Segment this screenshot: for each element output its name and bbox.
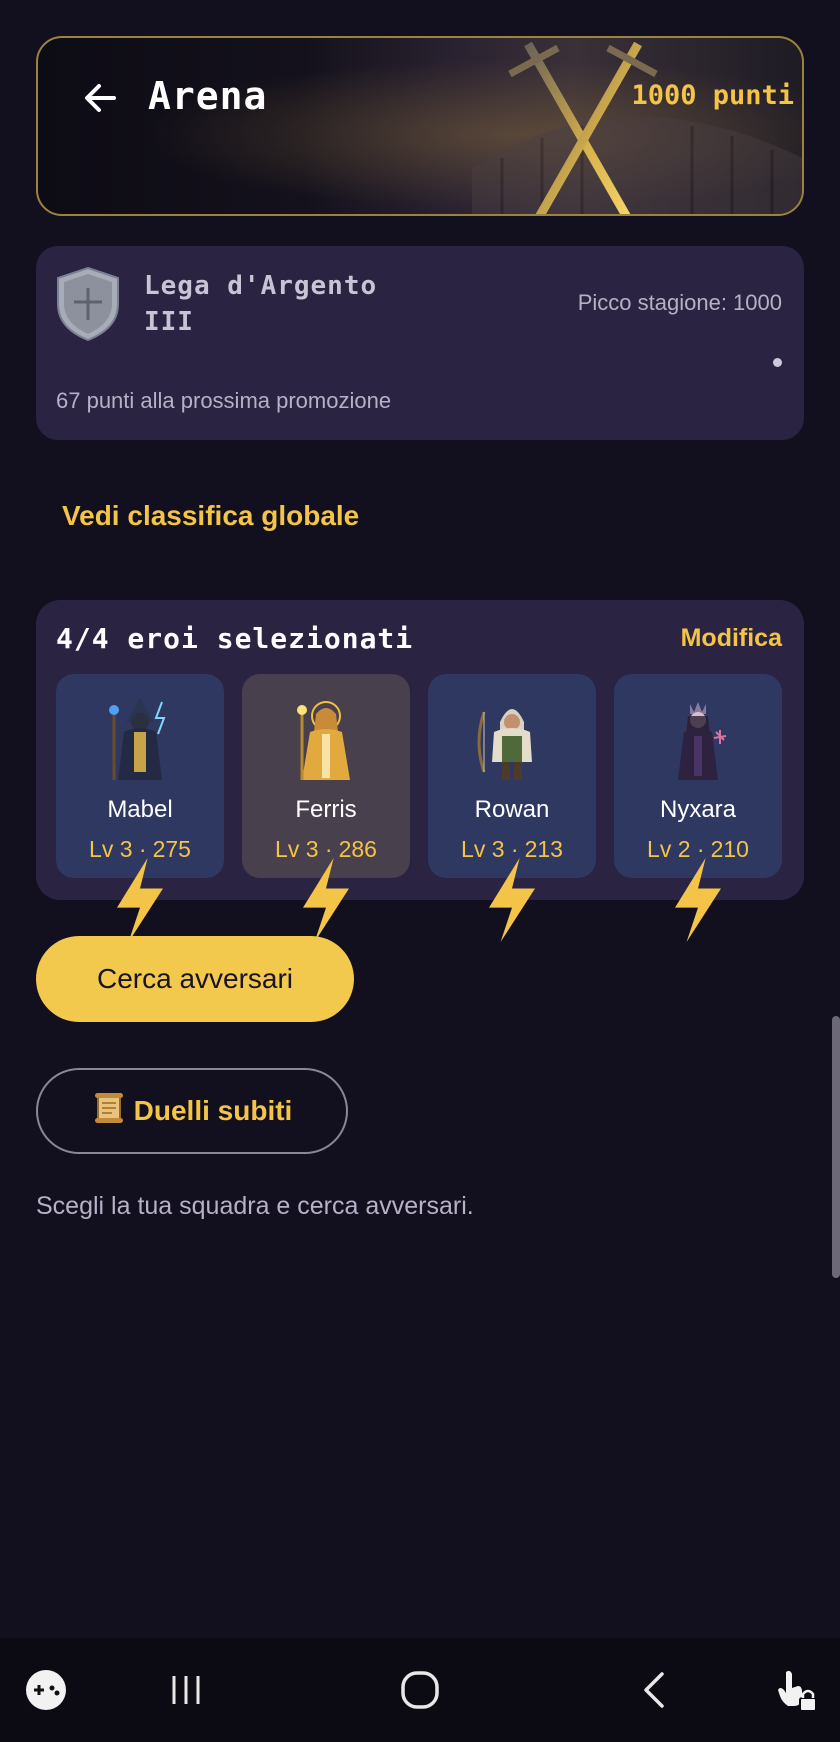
- lightning-icon: [303, 857, 349, 943]
- modify-team-button[interactable]: Modifica: [681, 624, 782, 653]
- season-peak: Picco stagione: 1000: [577, 290, 782, 315]
- duels-received-button[interactable]: Duelli subiti: [36, 1068, 348, 1154]
- progress-dot: [773, 358, 782, 367]
- mage-portrait-icon: [109, 698, 166, 780]
- home-icon: [401, 1671, 439, 1709]
- league-name-line2: III: [144, 307, 194, 337]
- scrollbar[interactable]: [832, 1016, 840, 1278]
- hero-stats: Lv 3 · 286: [242, 836, 410, 943]
- silver-shield-icon: [57, 266, 119, 342]
- back-nav-button[interactable]: [626, 1660, 686, 1720]
- hero-card-nyxara[interactable]: Nyxara Lv 2 · 210: [614, 674, 782, 943]
- home-button[interactable]: [390, 1660, 450, 1720]
- league-card: Lega d'Argento III Picco stagione: 1000 …: [36, 246, 804, 440]
- touch-lock-button[interactable]: [766, 1660, 826, 1720]
- cleric-portrait-icon: [297, 701, 350, 780]
- page-title: Arena: [148, 74, 268, 118]
- league-name-line1: Lega d'Argento: [144, 271, 378, 301]
- hero-name: Nyxara: [659, 796, 737, 823]
- promotion-text: 67 punti alla prossima promozione: [56, 388, 392, 413]
- crossed-swords-icon: [508, 41, 658, 214]
- back-button[interactable]: [74, 72, 126, 124]
- arrow-left-icon: [85, 84, 116, 112]
- hero-name: Rowan: [474, 796, 550, 823]
- hero-name: Mabel: [107, 796, 173, 823]
- sorceress-portrait-icon: [678, 702, 727, 780]
- hero-name: Ferris: [295, 796, 357, 823]
- lightning-icon: [489, 857, 535, 943]
- lightning-icon: [675, 857, 721, 943]
- hero-stats: Lv 2 · 210: [614, 836, 782, 943]
- hero-card-ferris[interactable]: Ferris Lv 3 · 286: [242, 674, 410, 943]
- hero-card-mabel[interactable]: Mabel Lv 3 · 275: [56, 674, 224, 943]
- hero-card-rowan[interactable]: Rowan Lv 3 · 213: [428, 674, 596, 943]
- lightning-icon: [117, 857, 163, 943]
- recent-apps-button[interactable]: [156, 1660, 216, 1720]
- hero-stats: Lv 3 · 275: [56, 836, 224, 943]
- recents-icon: [172, 1676, 200, 1704]
- system-navbar: [0, 1638, 840, 1742]
- hint-text: Scegli la tua squadra e cerca avversari.: [36, 1192, 474, 1220]
- global-ranking-link[interactable]: Vedi classifica globale: [62, 500, 359, 532]
- points-display: 1000 punti: [631, 80, 794, 111]
- hero-stats: Lv 3 · 213: [428, 836, 596, 943]
- chevron-left-icon: [644, 1672, 664, 1708]
- arena-banner: Arena 1000 punti: [36, 36, 804, 216]
- team-panel: 4/4 eroi selezionati Modifica Mabel Lv 3…: [36, 600, 804, 943]
- team-title: 4/4 eroi selezionati: [56, 622, 414, 655]
- duels-label: Duelli subiti: [133, 1095, 293, 1126]
- gamepad-icon: [26, 1670, 66, 1710]
- scroll-icon: [94, 1092, 123, 1123]
- search-opponents-button[interactable]: Cerca avversari: [36, 936, 354, 1022]
- ranger-portrait-icon: [477, 709, 532, 780]
- league-name: Lega d'Argento III: [144, 268, 377, 340]
- game-launcher-button[interactable]: [16, 1660, 76, 1720]
- touch-lock-icon: [778, 1670, 817, 1712]
